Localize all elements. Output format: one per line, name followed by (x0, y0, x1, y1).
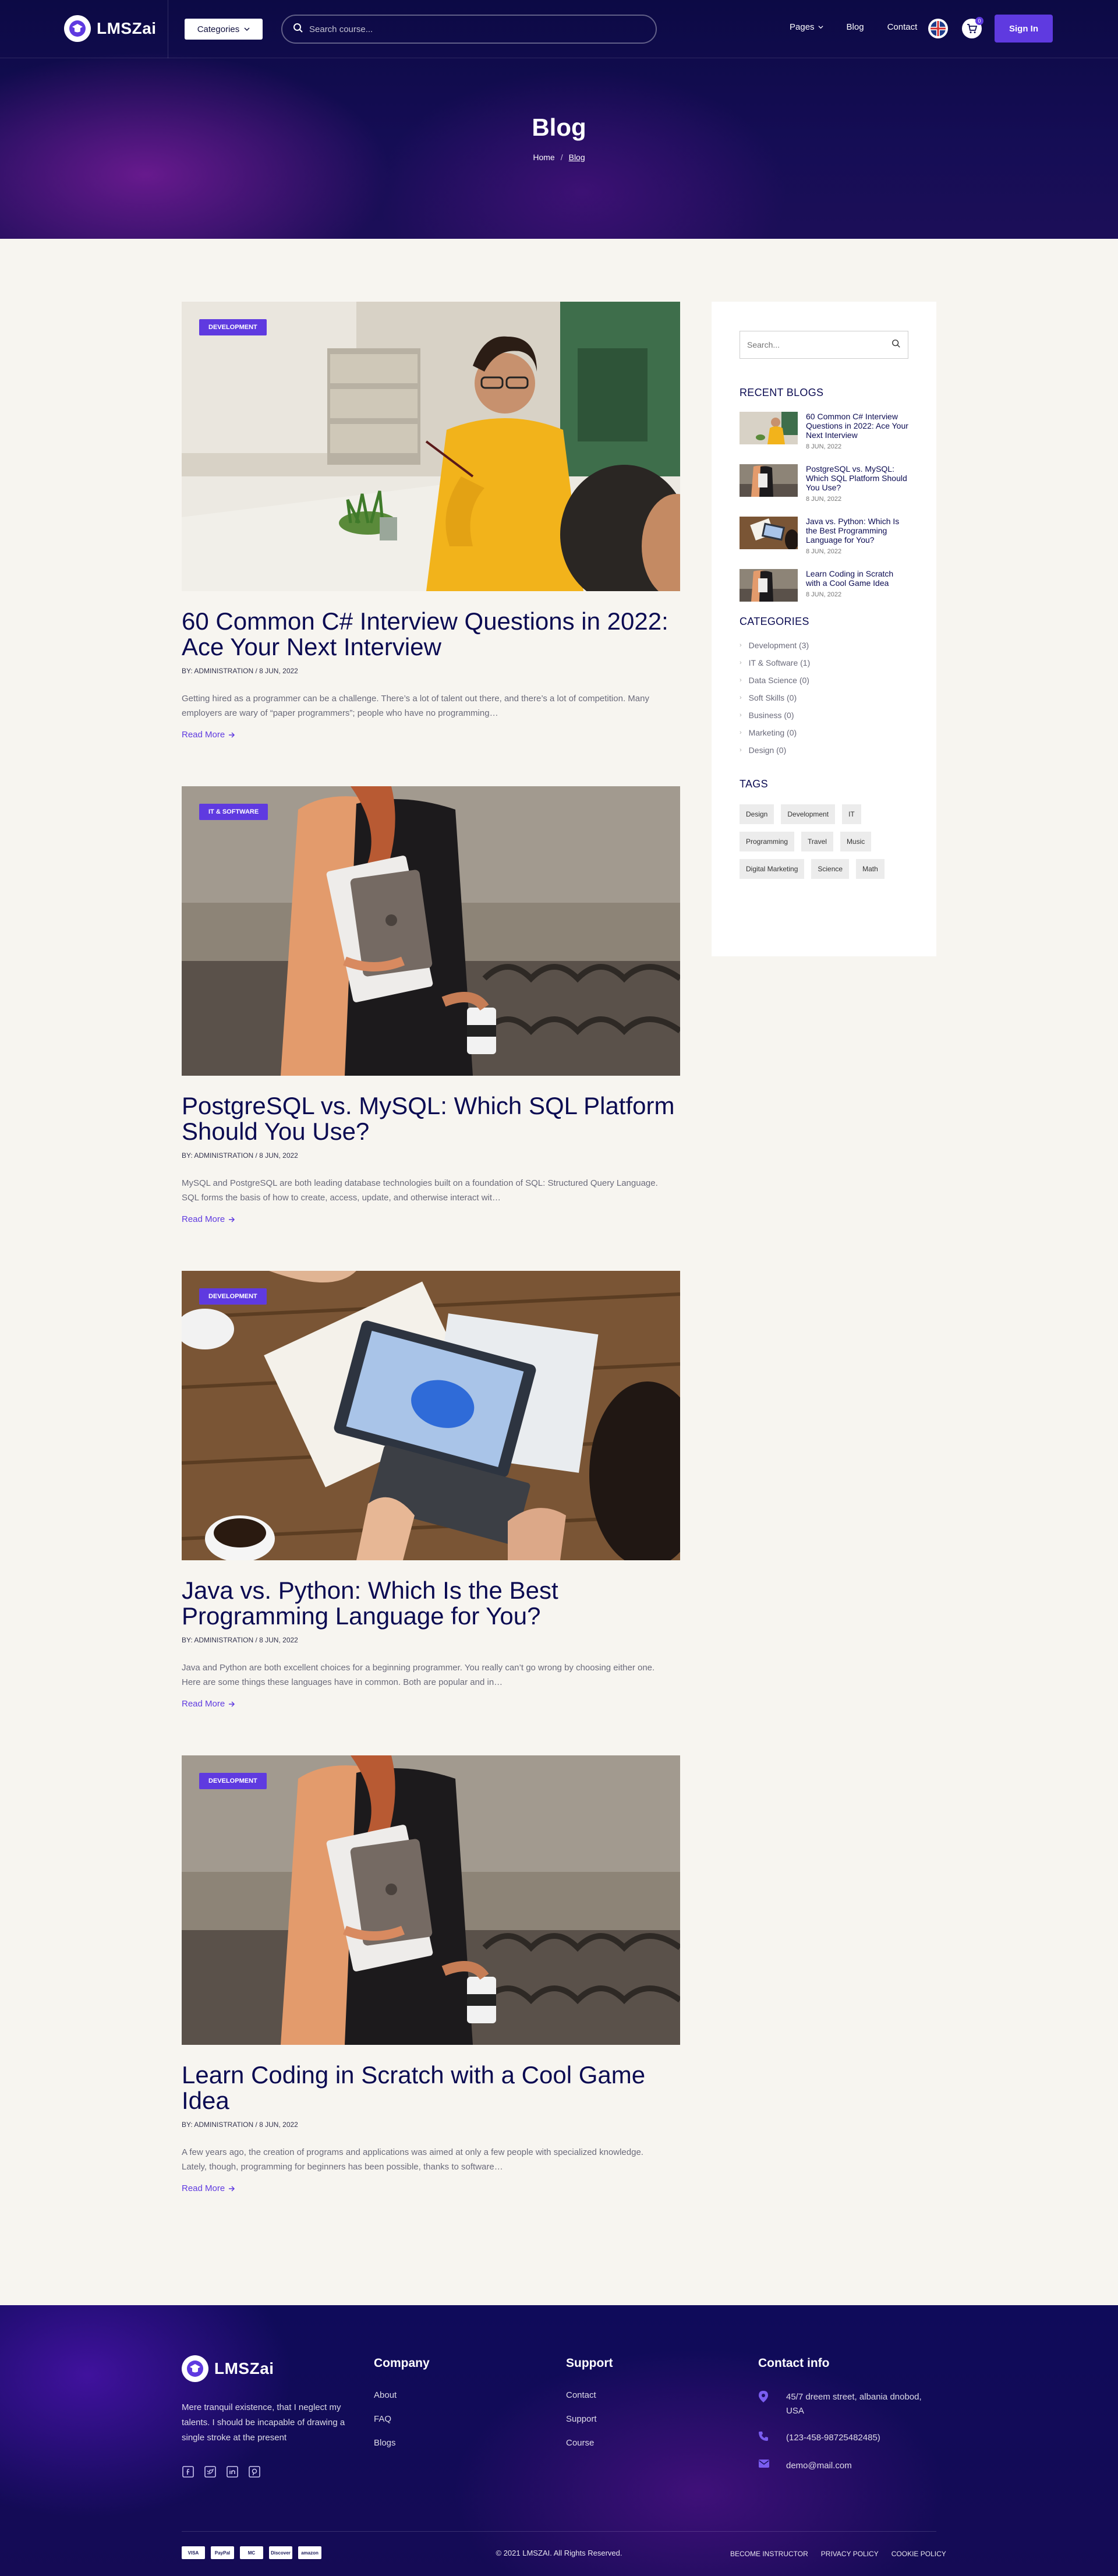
nav-pages[interactable]: Pages (790, 22, 823, 32)
course-search (281, 15, 657, 44)
nav-contact[interactable]: Contact (887, 22, 918, 32)
chevron-down-icon (818, 26, 823, 29)
cart-button[interactable]: 0 (962, 17, 983, 38)
main-nav: Pages Blog Contact (790, 22, 917, 32)
cart-count: 0 (975, 17, 983, 25)
brand-name: LMSZai (97, 19, 157, 37)
graduation-cap-icon (64, 15, 91, 42)
signin-button[interactable]: Sign In (995, 15, 1053, 43)
site-logo[interactable]: LMSZai (64, 15, 157, 42)
nav-blog[interactable]: Blog (847, 22, 864, 32)
cart-icon (967, 24, 978, 33)
page-spacer (0, 0, 1118, 2576)
search-icon[interactable] (293, 23, 303, 36)
uk-flag-icon[interactable] (928, 19, 948, 38)
chevron-down-icon (244, 24, 250, 34)
search-input[interactable] (309, 24, 635, 34)
categories-label: Categories (197, 24, 240, 34)
nav-pages-label: Pages (790, 22, 815, 32)
categories-dropdown[interactable]: Categories (185, 19, 263, 40)
site-header: LMSZai Categories Pages Blog Contact 0 S… (0, 0, 1118, 58)
